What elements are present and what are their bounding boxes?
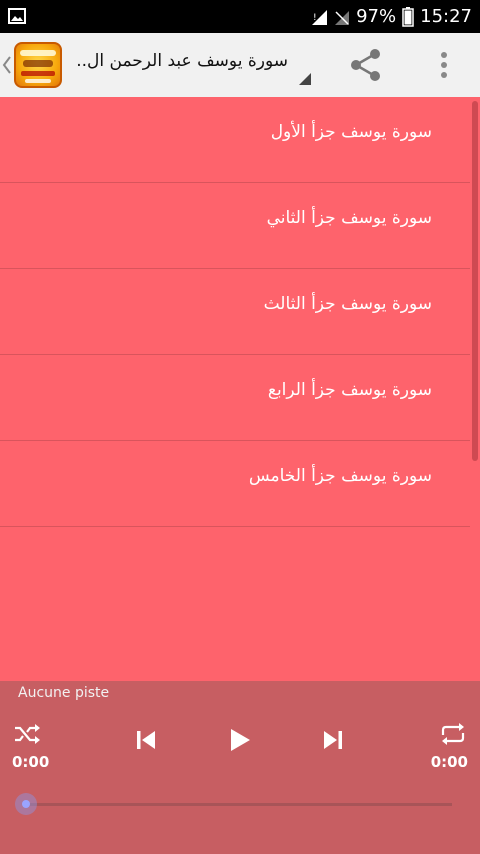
list-item-label: سورة يوسف جزأ الخامس — [248, 466, 432, 486]
total-duration: 0:00 — [430, 753, 468, 771]
action-bar: سورة يوسف عبد الرحمن ال.. — [0, 33, 480, 97]
no-signal-icon — [335, 10, 350, 25]
chevron-left-icon[interactable] — [2, 51, 12, 79]
status-bar: ! 97% 15:27 — [0, 0, 480, 33]
list-item-label: سورة يوسف جزأ الرابع — [267, 380, 432, 400]
list-item-label: سورة يوسف جزأ الثاني — [266, 208, 432, 228]
spinner-corner-icon — [299, 73, 311, 85]
list-item-label: سورة يوسف جزأ الثالث — [263, 294, 432, 314]
seek-bar[interactable] — [26, 803, 452, 806]
list-item-label: سورة يوسف جزأ الأول — [270, 122, 432, 142]
list-item[interactable]: سورة يوسف جزأ الخامس — [0, 441, 470, 527]
list-item[interactable]: سورة يوسف جزأ الثاني — [0, 183, 470, 269]
seek-bar-thumb-core[interactable] — [22, 800, 30, 808]
list-item[interactable]: سورة يوسف جزأ الرابع — [0, 355, 470, 441]
battery-percent: 97% — [356, 6, 397, 27]
page-title: سورة يوسف عبد الرحمن ال.. — [78, 51, 288, 71]
signal-icon: ! — [312, 9, 328, 25]
media-player: Aucune piste 0:00 0:00 — [0, 681, 480, 854]
share-icon[interactable] — [346, 45, 386, 85]
play-icon[interactable] — [224, 725, 254, 755]
repeat-icon[interactable] — [438, 719, 468, 749]
elapsed-time: 0:00 — [12, 753, 50, 771]
list-item[interactable]: سورة يوسف جزأ الأول — [0, 97, 470, 183]
more-vert-icon[interactable] — [432, 45, 456, 85]
gallery-notification-icon — [8, 8, 26, 24]
shuffle-icon[interactable] — [12, 719, 42, 749]
skip-previous-icon[interactable] — [131, 725, 161, 755]
status-indicators: ! 97% 15:27 — [310, 4, 472, 29]
list-item[interactable]: سورة يوسف جزأ الثالث — [0, 269, 470, 355]
scrollbar-thumb[interactable] — [472, 101, 478, 461]
app-logo[interactable] — [14, 42, 62, 88]
clock: 15:27 — [420, 6, 472, 27]
skip-next-icon[interactable] — [318, 725, 348, 755]
battery-icon — [402, 6, 414, 27]
track-name: Aucune piste — [18, 685, 110, 701]
svg-text:!: ! — [313, 13, 317, 23]
track-list: سورة يوسف جزأ الأول سورة يوسف جزأ الثاني… — [0, 97, 480, 681]
